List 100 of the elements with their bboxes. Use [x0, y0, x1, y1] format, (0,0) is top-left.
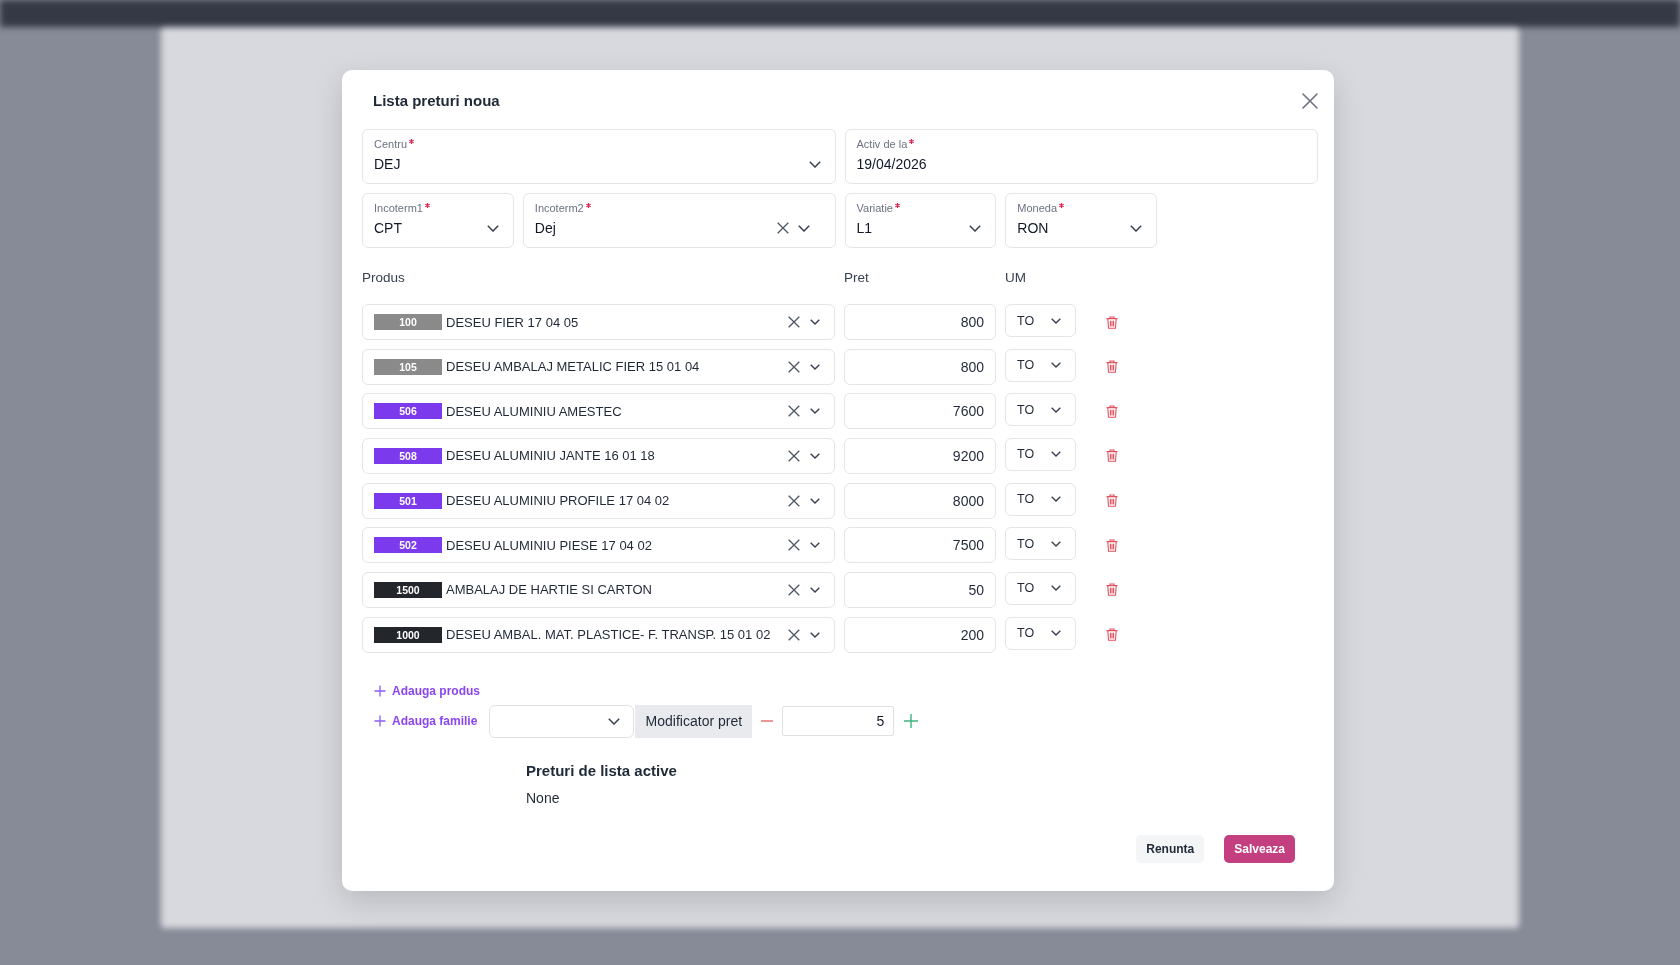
product-name: DESEU ALUMINIU JANTE 16 01 18	[446, 448, 655, 464]
price-input[interactable]: 800	[844, 304, 996, 340]
chevron-down-icon	[1051, 451, 1061, 458]
product-select[interactable]: 100 DESEU FIER 17 04 05	[362, 304, 835, 340]
select-field[interactable]: Incoterm1 CPT	[362, 193, 514, 248]
trash-icon[interactable]	[1106, 628, 1118, 642]
select-field[interactable]: Centru DEJ	[362, 129, 836, 184]
unit-select[interactable]: TO	[1005, 393, 1076, 427]
field-label: Activ de la	[856, 137, 908, 151]
product-select[interactable]: 105 DESEU AMBALAJ METALIC FIER 15 01 04	[362, 348, 835, 385]
cancel-button[interactable]: Renunta	[1136, 834, 1205, 863]
price-input[interactable]: 50	[844, 571, 996, 608]
add-product-link[interactable]: Adauga produs	[362, 681, 480, 700]
price-input[interactable]: 200	[844, 616, 996, 653]
field-value: RON	[1017, 219, 1049, 238]
unit-select[interactable]: TO	[1005, 527, 1076, 561]
trash-icon[interactable]	[1106, 404, 1118, 418]
product-name: DESEU ALUMINIU AMESTEC	[446, 403, 622, 419]
field-value: L1	[856, 219, 873, 238]
save-button[interactable]: Salveaza	[1224, 834, 1295, 863]
modifier-input[interactable]: 5	[782, 706, 895, 737]
plus-icon	[374, 684, 386, 697]
field-value: Dej	[534, 219, 556, 238]
chevron-down-icon	[1051, 317, 1061, 324]
clear-icon[interactable]	[788, 583, 800, 596]
product-select[interactable]: 1000 DESEU AMBAL. MAT. PLASTICE- F. TRANSP. 15 01 02	[362, 616, 835, 653]
chevron-down-icon[interactable]	[810, 631, 820, 638]
chevron-down-icon	[1051, 362, 1061, 369]
trash-icon[interactable]	[1106, 583, 1118, 597]
chevron-down-icon[interactable]	[1130, 224, 1143, 232]
column-header: UM	[1005, 269, 1026, 287]
product-name: DESEU ALUMINIU PROFILE 17 04 02	[446, 493, 670, 509]
trash-icon[interactable]	[1106, 449, 1118, 463]
column-header: Produs	[362, 269, 405, 287]
product-select[interactable]: 502 DESEU ALUMINIU PIESE 17 04 02	[362, 527, 835, 564]
field-label: Centru	[374, 137, 408, 151]
chevron-down-icon[interactable]	[969, 224, 982, 232]
chevron-down-icon	[1051, 540, 1061, 547]
field-value: 19/04/2026	[856, 155, 927, 174]
chevron-down-icon[interactable]	[810, 586, 820, 593]
field-label: Variatie	[856, 201, 893, 215]
field-value: CPT	[374, 219, 402, 238]
price-input[interactable]: 7500	[844, 527, 996, 564]
chevron-down-icon[interactable]	[810, 452, 820, 459]
chevron-down-icon[interactable]	[810, 319, 820, 325]
clear-icon[interactable]	[788, 316, 800, 328]
clear-icon[interactable]	[776, 222, 789, 234]
chevron-down-icon[interactable]	[808, 160, 821, 168]
trash-icon[interactable]	[1106, 315, 1118, 329]
product-select[interactable]: 501 DESEU ALUMINIU PROFILE 17 04 02	[362, 482, 835, 519]
product-name: DESEU ALUMINIU PIESE 17 04 02	[446, 537, 652, 553]
unit-select[interactable]: TO	[1005, 304, 1076, 337]
field-label: Moneda	[1017, 201, 1058, 215]
clear-icon[interactable]	[788, 405, 800, 418]
price-input[interactable]: 800	[844, 348, 996, 385]
product-select[interactable]: 508 DESEU ALUMINIU JANTE 16 01 18	[362, 437, 835, 474]
clear-icon[interactable]	[788, 539, 800, 552]
clear-icon[interactable]	[788, 494, 800, 507]
unit-select[interactable]: TO	[1005, 571, 1076, 605]
chevron-down-icon[interactable]	[486, 224, 499, 232]
select-field[interactable]: Moneda RON	[1005, 193, 1158, 248]
chevron-down-icon[interactable]	[810, 542, 820, 549]
product-name: DESEU AMBAL. MAT. PLASTICE- F. TRANSP. 15 01 02	[446, 627, 771, 643]
add-family-link[interactable]: Adauga familie	[362, 712, 478, 731]
clear-icon[interactable]	[788, 628, 800, 641]
product-name: AMBALAJ DE HARTIE SI CARTON	[446, 582, 652, 598]
chevron-down-icon	[1051, 406, 1061, 413]
trash-icon[interactable]	[1106, 360, 1118, 374]
clear-icon[interactable]	[788, 360, 800, 373]
field-label: Incoterm1	[374, 201, 423, 215]
select-field[interactable]: Variatie L1	[844, 193, 997, 248]
chevron-down-icon[interactable]	[810, 408, 820, 415]
code-badge: 100	[374, 314, 442, 330]
unit-select[interactable]: TO	[1005, 348, 1076, 382]
price-input[interactable]: 8000	[844, 482, 996, 519]
price-input[interactable]: 9200	[844, 437, 996, 474]
section-title: Preturi de lista active	[526, 760, 677, 781]
unit-select[interactable]: TO	[1005, 437, 1076, 471]
unit-select[interactable]: TO	[1005, 616, 1076, 650]
chevron-down-icon	[1051, 496, 1061, 503]
chevron-down-icon[interactable]	[810, 363, 820, 370]
close-icon[interactable]	[1302, 93, 1318, 109]
clear-icon[interactable]	[788, 449, 800, 462]
unit-select[interactable]: TO	[1005, 482, 1076, 516]
code-badge: 506	[374, 403, 442, 420]
chevron-down-icon[interactable]	[810, 497, 820, 504]
dialog-title: Lista preturi noua	[373, 91, 500, 111]
code-badge: 105	[374, 358, 442, 375]
product-select[interactable]: 506 DESEU ALUMINIU AMESTEC	[362, 393, 835, 430]
product-name: DESEU FIER 17 04 05	[446, 314, 579, 330]
column-header: Pret	[844, 269, 869, 287]
chevron-down-icon	[1051, 630, 1061, 637]
date-field[interactable]: Activ de la 19/04/2026	[844, 129, 1318, 184]
price-input[interactable]: 7600	[844, 393, 996, 430]
product-select[interactable]: 1500 AMBALAJ DE HARTIE SI CARTON	[362, 571, 835, 608]
chevron-down-icon[interactable]	[797, 224, 810, 232]
trash-icon[interactable]	[1106, 494, 1118, 508]
select-field[interactable]: Incoterm2 Dej	[522, 193, 836, 248]
section-value: None	[526, 788, 560, 807]
trash-icon[interactable]	[1106, 538, 1118, 552]
